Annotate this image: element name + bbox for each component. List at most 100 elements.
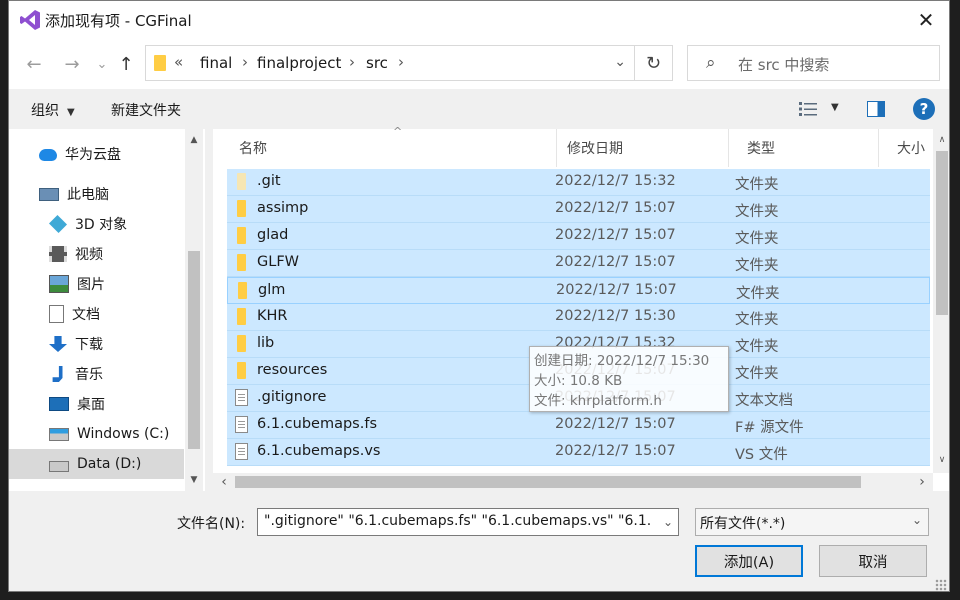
cloud-icon xyxy=(39,149,57,161)
column-date-label: 修改日期 xyxy=(567,141,623,157)
scroll-down-arrow-icon[interactable]: ▼ xyxy=(185,471,203,489)
file-name: 6.1.cubemaps.vs xyxy=(257,443,381,459)
column-header-type[interactable]: 类型 xyxy=(729,129,879,167)
file-row[interactable]: glm 2022/12/7 15:07 文件夹 xyxy=(227,277,930,304)
sidebar-item-label: 桌面 xyxy=(77,397,105,413)
view-options-caret-icon[interactable]: ▼ xyxy=(831,102,839,113)
file-type: 文件夹 xyxy=(735,204,779,220)
breadcrumb-separator[interactable]: › xyxy=(398,53,404,71)
sidebar-item[interactable]: 图片 xyxy=(9,269,184,299)
back-arrow-icon[interactable]: ← xyxy=(21,51,47,77)
sidebar-item[interactable]: 此电脑 xyxy=(9,179,184,209)
forward-arrow-icon[interactable]: → xyxy=(59,51,85,77)
close-button[interactable]: ✕ xyxy=(903,1,949,39)
column-header-date[interactable]: 修改日期 xyxy=(549,129,729,167)
scroll-up-arrow-icon[interactable]: ▲ xyxy=(185,131,203,149)
tooltip-file: 文件: khrplatform.h xyxy=(534,393,662,409)
view-details-icon[interactable] xyxy=(799,101,817,117)
filename-field[interactable]: ".gitignore" "6.1.cubemaps.fs" "6.1.cube… xyxy=(257,508,679,536)
title-bar: 添加现有项 - CGFinal ✕ xyxy=(9,1,949,39)
cancel-button[interactable]: 取消 xyxy=(819,545,927,577)
sidebar-item-label: 3D 对象 xyxy=(75,217,128,233)
file-row[interactable]: 6.1.cubemaps.fs 2022/12/7 15:07 F# 源文件 xyxy=(227,412,930,439)
file-type: 文件夹 xyxy=(735,339,779,355)
file-date: 2022/12/7 15:07 xyxy=(556,282,677,298)
sidebar-item[interactable]: Windows (C:) xyxy=(9,419,184,449)
refresh-icon[interactable]: ↻ xyxy=(635,45,673,81)
file-row[interactable]: 6.1.cubemaps.vs 2022/12/7 15:07 VS 文件 xyxy=(227,439,930,466)
up-arrow-icon[interactable]: ↑ xyxy=(113,51,139,77)
file-type-select[interactable]: 所有文件(*.*) ⌄ xyxy=(695,508,929,536)
navigation-scrollbar[interactable]: ▲ ▼ xyxy=(185,129,203,491)
file-list-vertical-scrollbar[interactable]: ∧ ∨ xyxy=(933,129,949,473)
address-dropdown-chevron-icon[interactable]: ⌄ xyxy=(614,54,626,70)
navigation-pane: 华为云盘此电脑 3D 对象视频 图片 文档 下载音乐桌面 Windows (C:) Data… xyxy=(9,129,205,491)
file-type: 文件夹 xyxy=(735,366,779,382)
sidebar-item[interactable]: 视频 xyxy=(9,239,184,269)
tooltip-size: 大小: 10.8 KB xyxy=(534,373,623,389)
new-folder-button[interactable]: 新建文件夹 xyxy=(111,100,181,120)
help-icon[interactable]: ? xyxy=(913,98,935,120)
search-placeholder[interactable]: 在 src 中搜索 xyxy=(738,54,829,75)
document-icon xyxy=(235,416,248,433)
file-row[interactable]: GLFW 2022/12/7 15:07 文件夹 xyxy=(227,250,930,277)
breadcrumb-separator[interactable]: › xyxy=(242,53,248,71)
organize-menu[interactable]: 组织 ▼ xyxy=(31,100,75,120)
column-header-name[interactable]: 名称 ^ xyxy=(221,125,557,167)
file-list-horizontal-scrollbar[interactable]: ‹ › xyxy=(213,473,933,491)
column-header-size[interactable]: 大小 xyxy=(879,129,935,167)
sidebar-item[interactable]: 华为云盘 xyxy=(9,139,184,169)
add-button[interactable]: 添加(A) xyxy=(695,545,803,577)
filename-dropdown-chevron-icon[interactable]: ⌄ xyxy=(658,509,678,535)
file-row[interactable]: assimp 2022/12/7 15:07 文件夹 xyxy=(227,196,930,223)
folder-icon xyxy=(237,254,246,271)
file-type: 文本文档 xyxy=(735,393,793,409)
breadcrumb-final[interactable]: final xyxy=(200,54,232,72)
dialog-footer: 文件名(N): ".gitignore" "6.1.cubemaps.fs" "… xyxy=(9,491,949,591)
video-icon xyxy=(49,246,67,262)
file-date: 2022/12/7 15:07 xyxy=(555,416,676,432)
scroll-thumb[interactable] xyxy=(936,151,948,315)
scroll-up-arrow-icon[interactable]: ∧ xyxy=(933,131,949,149)
scroll-thumb[interactable] xyxy=(235,476,861,488)
sidebar-item[interactable]: 3D 对象 xyxy=(9,209,184,239)
filename-value[interactable]: ".gitignore" "6.1.cubemaps.fs" "6.1.cube… xyxy=(264,513,651,529)
sort-ascending-icon: ^ xyxy=(393,125,403,138)
file-name: .git xyxy=(257,173,281,189)
column-size-label: 大小 xyxy=(897,141,925,157)
preview-pane-icon[interactable] xyxy=(867,101,885,117)
scroll-left-arrow-icon[interactable]: ‹ xyxy=(215,473,233,491)
sidebar-item[interactable]: 文档 xyxy=(9,299,184,329)
file-date: 2022/12/7 15:07 xyxy=(555,443,676,459)
address-bar[interactable]: « final › finalproject › src › ⌄ xyxy=(145,45,635,81)
breadcrumb-src[interactable]: src xyxy=(366,54,388,72)
breadcrumb-overflow[interactable]: « xyxy=(174,53,183,71)
breadcrumb-separator[interactable]: › xyxy=(349,53,355,71)
file-name: glad xyxy=(257,227,289,243)
resize-grip-icon[interactable] xyxy=(935,579,947,591)
scroll-down-arrow-icon[interactable]: ∨ xyxy=(933,451,949,469)
file-row[interactable]: glad 2022/12/7 15:07 文件夹 xyxy=(227,223,930,250)
scroll-right-arrow-icon[interactable]: › xyxy=(913,473,931,491)
file-row[interactable]: KHR 2022/12/7 15:30 文件夹 xyxy=(227,304,930,331)
file-name: GLFW xyxy=(257,254,299,270)
file-date: 2022/12/7 15:30 xyxy=(555,308,676,324)
file-rows: .git 2022/12/7 15:32 文件夹 assimp 2022/12/7 15… xyxy=(227,169,930,469)
command-bar: 组织 ▼ 新建文件夹 ▼ ? xyxy=(9,89,949,129)
file-type: 文件夹 xyxy=(735,258,779,274)
search-box[interactable]: ⌕ 在 src 中搜索 xyxy=(687,45,940,81)
file-name: KHR xyxy=(257,308,288,324)
drive-c-icon xyxy=(49,427,69,441)
breadcrumb-finalproject[interactable]: finalproject xyxy=(257,54,341,72)
file-type: 文件夹 xyxy=(736,286,780,302)
sidebar-item[interactable]: 下载 xyxy=(9,329,184,359)
recent-locations-chevron-icon[interactable]: ⌄ xyxy=(89,51,115,77)
sidebar-item[interactable]: 音乐 xyxy=(9,359,184,389)
sidebar-item[interactable]: Data (D:) xyxy=(9,449,184,479)
file-row[interactable]: .git 2022/12/7 15:32 文件夹 xyxy=(227,169,930,196)
scroll-thumb[interactable] xyxy=(188,251,200,449)
visual-studio-logo-icon xyxy=(20,10,40,30)
file-type-chevron-icon: ⌄ xyxy=(911,513,922,527)
sidebar-item[interactable]: 桌面 xyxy=(9,389,184,419)
sidebar-item-label: 音乐 xyxy=(75,367,103,383)
